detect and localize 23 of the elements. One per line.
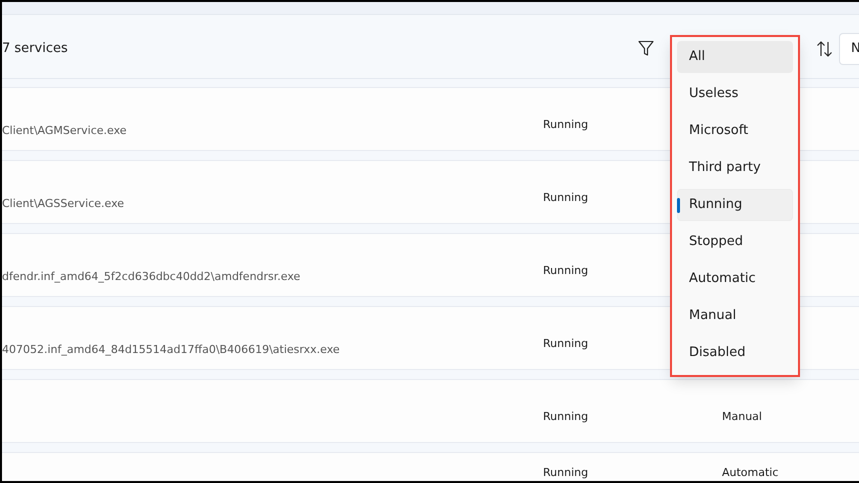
service-status: Running [543, 466, 588, 479]
service-status: Running [543, 264, 588, 277]
startup-type: Automatic [722, 466, 778, 479]
menu-item[interactable]: Automatic [677, 263, 793, 295]
menu-item[interactable]: Disabled [677, 337, 793, 369]
service-status: Running [543, 191, 588, 204]
service-row[interactable]: Running Automatic [2, 452, 859, 481]
service-status: Running [543, 410, 588, 423]
service-status: Running [543, 118, 588, 131]
sort-icon[interactable] [816, 40, 833, 56]
selection-indicator [677, 198, 680, 213]
menu-item[interactable]: All [677, 41, 793, 73]
service-path: Client\AGSService.exe [2, 197, 124, 210]
service-count: 7 services [2, 41, 68, 56]
filter-icon[interactable] [638, 40, 654, 57]
service-path: 407052.inf_amd64_84d15514ad17ffa0\B406619\atiesrxx.exe [2, 343, 340, 356]
startup-type: Manual [722, 410, 762, 423]
service-path: dfendr.inf_amd64_5f2cd636dbc40dd2\amdfendrsr.exe [2, 270, 300, 283]
menu-item[interactable]: Microsoft [677, 115, 793, 147]
service-row[interactable]: Running Manual [2, 379, 859, 443]
service-status: Running [543, 337, 588, 350]
service-path: Client\AGMService.exe [2, 124, 127, 137]
menu-item[interactable]: Running [677, 189, 793, 221]
